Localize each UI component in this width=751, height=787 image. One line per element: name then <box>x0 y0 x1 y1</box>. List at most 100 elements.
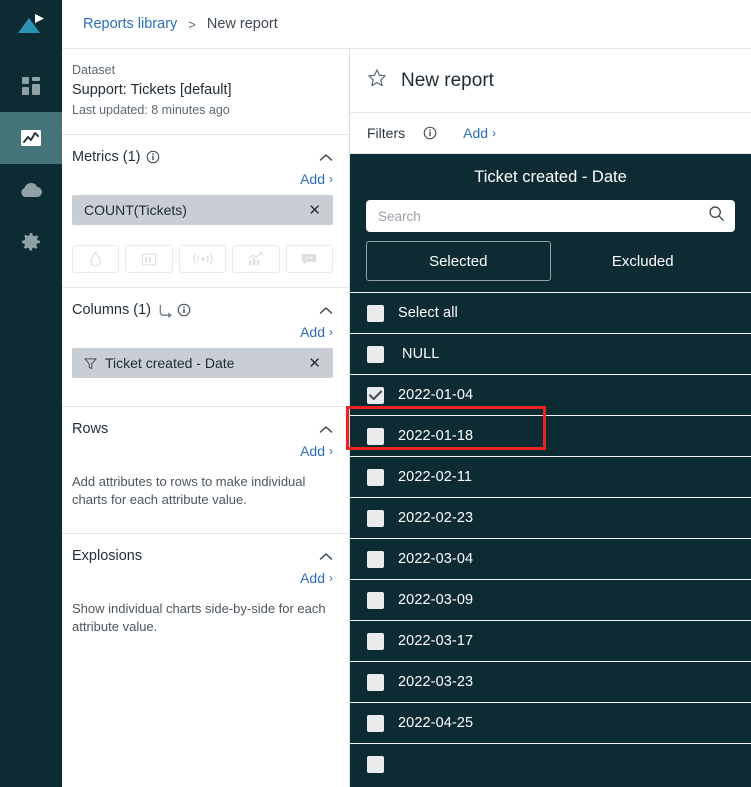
checkbox-unchecked-icon[interactable] <box>367 633 384 650</box>
filter-option-row[interactable]: 2022-01-04 <box>350 374 751 415</box>
rows-add-button[interactable]: Add › <box>300 443 333 459</box>
dataset-name[interactable]: Support: Tickets [default] <box>72 80 333 101</box>
sidebar-item-settings[interactable] <box>0 216 62 268</box>
filters-label: Filters <box>367 125 405 141</box>
sidebar-item-uploads[interactable] <box>0 164 62 216</box>
column-layout-button[interactable] <box>125 245 172 273</box>
close-icon[interactable]: ✕ <box>306 354 323 372</box>
search-icon[interactable] <box>708 205 725 227</box>
dataset-label: Dataset <box>72 61 333 80</box>
comment-icon <box>300 252 318 266</box>
filter-option-label: 2022-04-25 <box>398 715 473 731</box>
filter-option-label: 2022-01-04 <box>398 387 473 403</box>
bar-trend-icon <box>247 251 264 267</box>
config-scroll-area[interactable]: Dataset Support: Tickets [default] Last … <box>62 49 349 787</box>
checkbox-unchecked-icon[interactable] <box>367 674 384 691</box>
filter-mode-tabs: Selected Excluded <box>350 232 751 292</box>
checkbox-unchecked-icon[interactable] <box>367 510 384 527</box>
checkbox-unchecked-icon[interactable] <box>367 756 384 773</box>
explosions-add-button[interactable]: Add › <box>300 570 333 586</box>
filter-option-row[interactable]: 2022-02-11 <box>350 456 751 497</box>
checkbox-unchecked-icon[interactable] <box>367 592 384 609</box>
filter-option-list[interactable]: Select all NULL 2022-01-04 2022-01-18 2022-0… <box>350 292 751 787</box>
sidebar-item-dashboards[interactable] <box>0 60 62 112</box>
metrics-add-label: Add <box>300 171 325 187</box>
filter-option-row[interactable]: Select all <box>350 292 751 333</box>
transpose-arrow-icon[interactable] <box>157 303 173 318</box>
filter-option-row[interactable] <box>350 743 751 784</box>
filter-option-row[interactable]: 2022-03-17 <box>350 620 751 661</box>
filter-option-row[interactable]: 2022-01-18 <box>350 415 751 456</box>
columns-collapse-chevron-up-icon[interactable] <box>319 304 333 317</box>
comments-button[interactable] <box>286 245 333 273</box>
search-box[interactable] <box>366 200 735 232</box>
column-chip-label: Ticket created - Date <box>105 355 306 371</box>
app-root: Reports library > New report Dataset Sup… <box>0 0 751 787</box>
metric-chip[interactable]: COUNT(Tickets) ✕ <box>72 195 333 225</box>
sidebar-item-reports[interactable] <box>0 112 62 164</box>
filter-option-row[interactable]: 2022-03-04 <box>350 538 751 579</box>
app-logo[interactable] <box>0 0 62 48</box>
cloud-upload-icon <box>18 178 44 202</box>
tab-selected[interactable]: Selected <box>366 241 551 281</box>
report-title-bar: New report <box>350 49 751 113</box>
columns-section: Columns (1) <box>62 288 349 407</box>
checkbox-unchecked-icon[interactable] <box>367 469 384 486</box>
filters-add-button[interactable]: Add › <box>463 125 496 141</box>
info-icon[interactable] <box>423 126 437 140</box>
metrics-section: Metrics (1) <box>62 135 349 288</box>
chevron-right-icon: › <box>492 126 496 140</box>
filter-option-row[interactable]: 2022-04-25 <box>350 702 751 743</box>
chevron-right-icon: › <box>329 172 333 186</box>
explosions-title: Explosions <box>72 548 142 564</box>
checkbox-unchecked-icon[interactable] <box>367 715 384 732</box>
checkbox-unchecked-icon[interactable] <box>367 551 384 568</box>
filter-option-row[interactable]: 2022-03-09 <box>350 579 751 620</box>
filter-option-label: 2022-03-04 <box>398 551 473 567</box>
metrics-add-button[interactable]: Add › <box>300 171 333 187</box>
checkbox-unchecked-icon[interactable] <box>367 305 384 322</box>
breadcrumb-reports-library[interactable]: Reports library <box>83 16 177 32</box>
alerts-button[interactable] <box>179 245 226 273</box>
main-area: Reports library > New report Dataset Sup… <box>62 0 751 787</box>
conditional-format-button[interactable] <box>72 245 119 273</box>
info-icon[interactable] <box>177 303 191 317</box>
rows-hint: Add attributes to rows to make individua… <box>72 467 333 533</box>
checkbox-unchecked-icon[interactable] <box>367 346 384 363</box>
explosions-header: Explosions <box>72 534 333 564</box>
rows-add-label: Add <box>300 443 325 459</box>
trend-button[interactable] <box>232 245 279 273</box>
filter-option-label: NULL <box>402 346 439 362</box>
filter-option-row[interactable]: NULL <box>350 333 751 374</box>
info-icon[interactable] <box>146 150 160 164</box>
breadcrumb: Reports library > New report <box>62 0 751 49</box>
tab-excluded[interactable]: Excluded <box>551 241 736 281</box>
search-input[interactable] <box>378 209 708 224</box>
line-chart-icon <box>18 125 44 151</box>
explosions-collapse-chevron-up-icon[interactable] <box>319 550 333 563</box>
rows-collapse-chevron-up-icon[interactable] <box>319 423 333 436</box>
filter-option-row[interactable]: 2022-03-23 <box>350 661 751 702</box>
metrics-collapse-chevron-up-icon[interactable] <box>319 151 333 164</box>
metric-chip-label: COUNT(Tickets) <box>84 202 306 218</box>
filter-value-panel: Ticket created - Date Selected Excluded <box>350 154 751 787</box>
star-outline-icon[interactable] <box>367 68 387 93</box>
report-config-panel: Dataset Support: Tickets [default] Last … <box>62 49 350 787</box>
rows-title: Rows <box>72 421 108 437</box>
rows-section: Rows Add › Add attributes to rows to mak <box>62 407 349 534</box>
report-panel: New report Filters Add › T <box>350 49 751 787</box>
column-chip[interactable]: Ticket created - Date ✕ <box>72 348 333 378</box>
checkbox-unchecked-icon[interactable] <box>367 428 384 445</box>
checkbox-checked-icon[interactable] <box>367 387 384 404</box>
filters-bar: Filters Add › <box>350 113 751 154</box>
close-icon[interactable]: ✕ <box>306 201 323 219</box>
filter-option-row[interactable]: 2022-02-23 <box>350 497 751 538</box>
explosions-add-label: Add <box>300 570 325 586</box>
filters-add-label: Add <box>463 125 488 141</box>
chevron-right-icon: › <box>329 444 333 458</box>
filter-option-label: 2022-03-23 <box>398 674 473 690</box>
rows-header: Rows <box>72 407 333 437</box>
columns-add-button[interactable]: Add › <box>300 324 333 340</box>
filter-option-label: 2022-01-18 <box>398 428 473 444</box>
dataset-block: Dataset Support: Tickets [default] Last … <box>62 49 349 135</box>
